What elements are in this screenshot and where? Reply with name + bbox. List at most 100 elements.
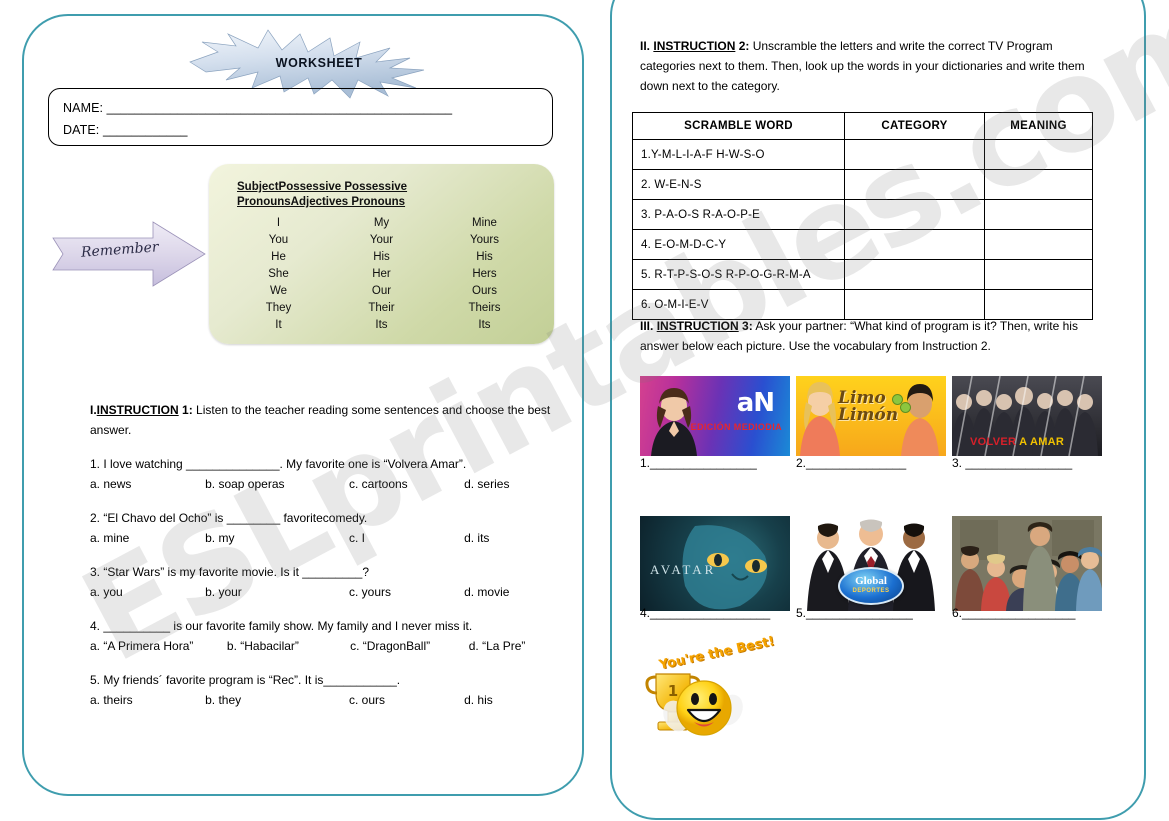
meaning-cell[interactable] xyxy=(984,139,1093,170)
option-c[interactable]: c. I xyxy=(349,529,464,548)
answer-line-2[interactable]: 2._______________ xyxy=(796,454,952,472)
instruction-1-heading: I.INSTRUCTION 1: Listen to the teacher r… xyxy=(90,400,560,440)
scramble-word-cell: 2. W-E-N-S xyxy=(632,169,845,200)
option-b[interactable]: b. your xyxy=(205,583,349,602)
scramble-word-cell: 1.Y-M-L-I-A-F H-W-S-O xyxy=(632,139,845,170)
option-a[interactable]: a. news xyxy=(90,475,205,494)
volver-title: VOLVER A AMAR xyxy=(970,437,1064,448)
option-a[interactable]: a. “A Primera Hora” xyxy=(90,637,227,656)
scramble-word-cell: 4. E-O-M-D-C-Y xyxy=(632,229,845,260)
name-date-box: NAME: __________________________________… xyxy=(48,88,553,146)
question-5-text: 5. My friends´ favorite program is “Rec”… xyxy=(90,673,401,687)
name-field[interactable]: NAME: __________________________________… xyxy=(63,97,538,119)
date-field[interactable]: DATE: ____________ xyxy=(63,119,538,141)
pronoun-reference-box: SubjectPossessive Possessive PronounsAdj… xyxy=(209,164,554,344)
answer-line-6[interactable]: 6._________________ xyxy=(952,604,1108,622)
option-c[interactable]: c. ours xyxy=(349,691,464,710)
picture-avatar-movie: AVATAR xyxy=(640,516,790,611)
category-cell[interactable] xyxy=(844,289,985,320)
column-header-category: CATEGORY xyxy=(844,112,985,140)
option-a[interactable]: a. theirs xyxy=(90,691,205,710)
svg-text:1: 1 xyxy=(668,682,678,700)
answer-line-5[interactable]: 5.________________ xyxy=(796,604,952,622)
option-a[interactable]: a. you xyxy=(90,583,205,602)
pronoun-cell: We xyxy=(269,285,288,297)
instruction-1-number: I. xyxy=(90,403,97,417)
option-c[interactable]: c. “DragonBall” xyxy=(350,637,469,656)
page-title: WORKSHEET xyxy=(275,56,363,70)
answer-line-1[interactable]: 1.________________ xyxy=(640,454,796,472)
instruction-1-label: INSTRUCTION xyxy=(96,403,179,417)
scramble-word-cell: 6. O-M-I-E-V xyxy=(632,289,845,320)
meaning-cell[interactable] xyxy=(984,169,1093,200)
answer-line-3[interactable]: 3. ________________ xyxy=(952,454,1108,472)
worksheet-page-left: WORKSHEET NAME: ________________________… xyxy=(22,14,584,796)
option-c[interactable]: c. cartoons xyxy=(349,475,464,494)
option-d[interactable]: d. movie xyxy=(464,583,560,602)
option-d[interactable]: d. series xyxy=(464,475,560,494)
question-1: 1. I love watching ______________. My fa… xyxy=(90,455,560,494)
table-header-row: SCRAMBLE WORD CATEGORY MEANING xyxy=(632,112,1093,140)
global-logo-sub: DEPORTES xyxy=(852,588,890,594)
question-5-options: a. theirs b. they c. ours d. his xyxy=(90,691,560,710)
pronoun-cell: Theirs xyxy=(468,302,501,314)
meaning-cell[interactable] xyxy=(984,259,1093,290)
table-row: 3. P-A-O-S R-A-O-P-E xyxy=(632,199,1093,230)
table-row: 1.Y-M-L-I-A-F H-W-S-O xyxy=(632,139,1093,170)
picture-news-program: aN EDICIÓN MEDIODIA xyxy=(640,376,790,456)
volver-title-sub: A AMAR xyxy=(1019,436,1065,448)
answer-line-4[interactable]: 4.__________________ xyxy=(640,604,796,622)
news-caption: EDICIÓN MEDIODIA xyxy=(690,422,782,432)
table-row: 2. W-E-N-S xyxy=(632,169,1093,200)
option-b[interactable]: b. they xyxy=(205,691,349,710)
option-c[interactable]: c. yours xyxy=(349,583,464,602)
meaning-cell[interactable] xyxy=(984,289,1093,320)
meaning-cell[interactable] xyxy=(984,199,1093,230)
instruction-2-index: 2: xyxy=(738,39,750,53)
question-4-options: a. “A Primera Hora” b. “Habacilar” c. “D… xyxy=(90,637,560,656)
option-b[interactable]: b. my xyxy=(205,529,349,548)
option-b[interactable]: b. soap operas xyxy=(205,475,349,494)
table-row: 5. R-T-P-S-O-S R-P-O-G-R-M-A xyxy=(632,259,1093,290)
question-4: 4. __________ is our favorite family sho… xyxy=(90,617,560,656)
question-5: 5. My friends´ favorite program is “Rec”… xyxy=(90,671,560,710)
question-2: 2. “El Chavo del Ocho” is ________ favor… xyxy=(90,509,560,548)
worksheet-page-right: II. INSTRUCTION 2: Unscramble the letter… xyxy=(610,0,1146,820)
category-cell[interactable] xyxy=(844,259,985,290)
meaning-cell[interactable] xyxy=(984,229,1093,260)
question-1-text: 1. I love watching ______________. My fa… xyxy=(90,457,467,471)
category-cell[interactable] xyxy=(844,139,985,170)
pronoun-cell: Its xyxy=(375,319,388,331)
option-d[interactable]: d. “La Pre” xyxy=(469,637,560,656)
option-b[interactable]: b. “Habacilar” xyxy=(227,637,350,656)
instruction-2-label: INSTRUCTION xyxy=(653,39,736,53)
pronoun-table-header: SubjectPossessive Possessive PronounsAdj… xyxy=(227,180,536,210)
pronoun-cell: Yours xyxy=(470,234,499,246)
picture-global-deportes-sports: Global DEPORTES xyxy=(796,516,946,611)
picture-row-1: aN EDICIÓN MEDIODIA Limo Limón VOLVER A … xyxy=(640,376,1102,456)
category-cell[interactable] xyxy=(844,229,985,260)
pronoun-header-line-1: SubjectPossessive Possessive xyxy=(237,181,408,193)
scramble-word-cell: 3. P-A-O-S R-A-O-P-E xyxy=(632,199,845,230)
table-row: 6. O-M-I-E-V xyxy=(632,289,1093,320)
avatar-title: AVATAR xyxy=(650,562,717,577)
pronoun-cell: His xyxy=(476,251,493,263)
instruction-2-number: II. xyxy=(640,39,651,53)
instruction-3-section: III. INSTRUCTION 3: Ask your partner: “W… xyxy=(640,316,1110,356)
pronoun-cell: Her xyxy=(372,268,391,280)
lime-dot-icon xyxy=(900,402,911,413)
question-3-options: a. you b. your c. yours d. movie xyxy=(90,583,560,602)
volver-title-main: VOLVER xyxy=(970,436,1017,448)
news-channel-logo: aN xyxy=(736,388,775,418)
youre-the-best-sticker: 1 You're the Best! xyxy=(634,634,776,744)
option-a[interactable]: a. mine xyxy=(90,529,205,548)
pronoun-cell: Mine xyxy=(472,217,497,229)
option-d[interactable]: d. his xyxy=(464,691,560,710)
category-cell[interactable] xyxy=(844,169,985,200)
remember-arrow: Remember xyxy=(49,216,209,294)
pronoun-cell: I xyxy=(276,217,281,229)
answer-row-1: 1.________________ 2._______________ 3. … xyxy=(640,454,1108,472)
option-d[interactable]: d. its xyxy=(464,529,560,548)
instruction-2-section: II. INSTRUCTION 2: Unscramble the letter… xyxy=(640,36,1102,96)
category-cell[interactable] xyxy=(844,199,985,230)
